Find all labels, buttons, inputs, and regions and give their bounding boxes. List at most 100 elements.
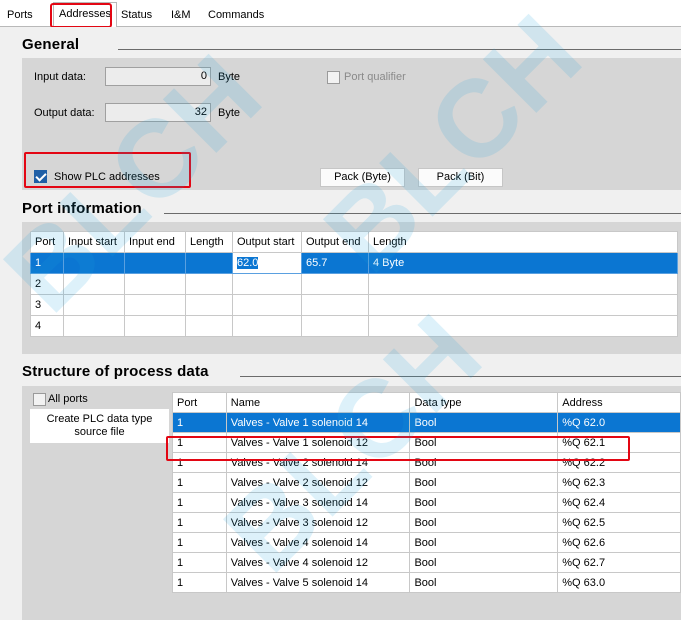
table-row[interactable]: 1 Valves - Valve 1 solenoid 14 Bool %Q 6… xyxy=(172,412,681,433)
output-data-unit: Byte xyxy=(218,107,241,119)
tab-status[interactable]: Status xyxy=(116,6,157,25)
addresses-tab-highlight xyxy=(50,3,112,28)
port-qualifier-checkbox[interactable] xyxy=(327,71,340,84)
cell xyxy=(368,273,678,295)
col-length-out: Length xyxy=(368,231,678,253)
create-plc-data-type-button[interactable]: Create PLC data type source file xyxy=(30,409,169,443)
table-row[interactable]: 1 Valves - Valve 4 solenoid 14 Bool %Q 6… xyxy=(172,532,681,553)
col-length-in: Length xyxy=(185,231,233,253)
pack-byte-button[interactable]: Pack (Byte) xyxy=(320,168,405,187)
cell: 1 xyxy=(172,412,227,433)
general-title: General xyxy=(22,36,80,53)
cell: Valves - Valve 1 solenoid 12 xyxy=(225,432,411,453)
cell: Bool xyxy=(409,452,559,473)
all-ports-label: All ports xyxy=(48,393,88,405)
cell: Valves - Valve 2 solenoid 12 xyxy=(225,472,411,493)
output-data-field: 32 xyxy=(105,103,211,122)
cell xyxy=(124,315,186,337)
output-start-value: 62.0 xyxy=(237,257,259,269)
general-divider xyxy=(118,49,681,50)
cell xyxy=(185,315,233,337)
cell: 1 xyxy=(172,572,227,593)
cell xyxy=(185,252,233,274)
table-row[interactable]: 1 Valves - Valve 3 solenoid 14 Bool %Q 6… xyxy=(172,492,681,513)
table-header-row: Port Name Data type Address xyxy=(172,392,681,413)
col-input-end: Input end xyxy=(124,231,186,253)
cell: Bool xyxy=(409,512,559,533)
tab-bar: Ports Addresses Status I&M Commands xyxy=(0,0,681,28)
cell xyxy=(63,315,125,337)
col-port: Port xyxy=(30,231,64,253)
table-row[interactable]: 1 Valves - Valve 2 solenoid 14 Bool %Q 6… xyxy=(172,452,681,473)
cell: Valves - Valve 4 solenoid 14 xyxy=(225,532,411,553)
cell xyxy=(63,294,125,316)
cell: Bool xyxy=(409,572,559,593)
cell: 1 xyxy=(172,432,227,453)
cell xyxy=(185,273,233,295)
process-data-divider xyxy=(240,376,681,377)
output-data-label: Output data: xyxy=(34,107,95,119)
cell: Bool xyxy=(409,552,559,573)
cell: %Q 63.0 xyxy=(557,572,681,593)
col-output-start: Output start xyxy=(232,231,302,253)
cell: %Q 62.3 xyxy=(557,472,681,493)
cell: Bool xyxy=(409,532,559,553)
table-row[interactable]: 1 Valves - Valve 4 solenoid 12 Bool %Q 6… xyxy=(172,552,681,573)
cell xyxy=(301,294,369,316)
cell: 1 xyxy=(172,492,227,513)
table-header-row: Port Input start Input end Length Output… xyxy=(30,231,678,253)
cell: %Q 62.7 xyxy=(557,552,681,573)
cell xyxy=(185,294,233,316)
cell: Bool xyxy=(409,492,559,513)
port-information-title: Port information xyxy=(22,200,142,217)
port-qualifier-label: Port qualifier xyxy=(344,71,406,83)
table-row[interactable]: 1 Valves - Valve 3 solenoid 12 Bool %Q 6… xyxy=(172,512,681,533)
cell xyxy=(63,252,125,274)
cell: Bool xyxy=(409,472,559,493)
cell: %Q 62.0 xyxy=(557,412,681,433)
col-port: Port xyxy=(172,392,227,413)
tab-commands[interactable]: Commands xyxy=(203,6,269,25)
show-plc-addresses-checkbox[interactable] xyxy=(34,170,47,183)
cell: 4 Byte xyxy=(368,252,678,274)
port-information-divider xyxy=(164,213,681,214)
cell: Valves - Valve 3 solenoid 12 xyxy=(225,512,411,533)
cell: Valves - Valve 4 solenoid 12 xyxy=(225,552,411,573)
cell xyxy=(232,294,302,316)
col-output-end: Output end xyxy=(301,231,369,253)
process-data-title: Structure of process data xyxy=(22,363,209,380)
all-ports-checkbox[interactable] xyxy=(33,393,46,406)
cell xyxy=(124,252,186,274)
cell: Valves - Valve 5 solenoid 14 xyxy=(225,572,411,593)
col-input-start: Input start xyxy=(63,231,125,253)
cell xyxy=(232,315,302,337)
cell: %Q 62.4 xyxy=(557,492,681,513)
table-row[interactable]: 3 xyxy=(30,294,678,316)
cell xyxy=(124,273,186,295)
cell: 1 xyxy=(172,472,227,493)
table-row[interactable]: 1 Valves - Valve 5 solenoid 14 Bool %Q 6… xyxy=(172,572,681,593)
tab-ports[interactable]: Ports xyxy=(2,6,38,25)
table-row[interactable]: 2 xyxy=(30,273,678,295)
input-data-label: Input data: xyxy=(34,71,86,83)
table-row[interactable]: 1 Valves - Valve 2 solenoid 12 Bool %Q 6… xyxy=(172,472,681,493)
tab-im[interactable]: I&M xyxy=(166,6,196,25)
port-information-table: Port Input start Input end Length Output… xyxy=(30,231,678,337)
cell: Valves - Valve 2 solenoid 14 xyxy=(225,452,411,473)
cell: Bool xyxy=(409,432,559,453)
cell: %Q 62.2 xyxy=(557,452,681,473)
table-row[interactable]: 4 xyxy=(30,315,678,337)
cell: 4 xyxy=(30,315,64,337)
cell: 1 xyxy=(30,252,64,274)
cell: 3 xyxy=(30,294,64,316)
output-start-edit-cell[interactable]: 62.0 xyxy=(232,252,302,274)
pack-bit-button[interactable]: Pack (Bit) xyxy=(418,168,503,187)
cell xyxy=(124,294,186,316)
cell: 65.7 xyxy=(301,252,369,274)
col-name: Name xyxy=(225,392,411,413)
table-row[interactable]: 1 Valves - Valve 1 solenoid 12 Bool %Q 6… xyxy=(172,432,681,453)
cell: Bool xyxy=(409,412,559,433)
cell: Valves - Valve 1 solenoid 14 xyxy=(225,412,411,433)
cell: 1 xyxy=(172,452,227,473)
table-row[interactable]: 1 62.0 65.7 4 Byte xyxy=(30,252,678,274)
